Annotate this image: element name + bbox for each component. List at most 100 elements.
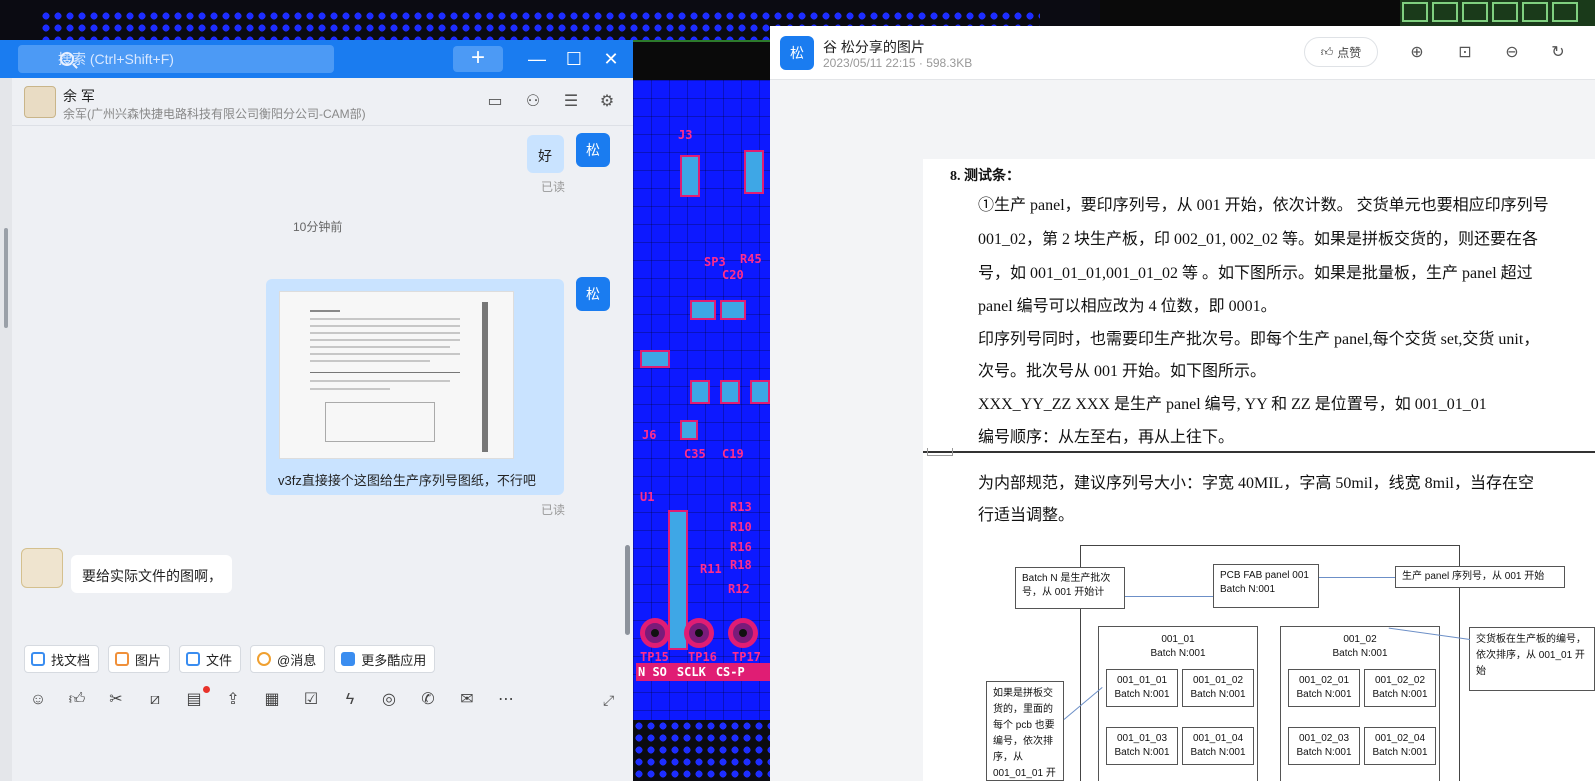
diagram-unit-label: 001_02_01 <box>1298 675 1350 686</box>
diagram-fab-panel: PCB FAB panel 001 Batch N:001 <box>1213 564 1319 608</box>
pcb-silk-label: C35 <box>684 447 706 461</box>
document-image[interactable]: 8. 测试条： ①生产 panel，要印序列号，从 001 开始，依次计数。 交… <box>923 159 1595 781</box>
image-button[interactable]: 图片 <box>108 645 171 673</box>
actual-size-icon[interactable]: ⊡ <box>1454 42 1476 64</box>
contact-name[interactable]: 余 军 <box>63 86 95 106</box>
maximize-button[interactable]: ☐ <box>559 44 589 74</box>
read-status: 已读 <box>541 180 566 194</box>
chat-header: 余 军 余军(广州兴森快捷电路科技有限公司衡阳分公司-CAM部) ▭ ⚇ ☰ ⚙ <box>12 78 633 126</box>
expand-icon[interactable]: ⤢ <box>603 692 619 708</box>
pcb-silk-label: J3 <box>678 128 693 142</box>
add-button[interactable]: + <box>453 46 503 72</box>
contact-avatar[interactable] <box>21 548 63 588</box>
diagram-unit-label: 001_02_04 <box>1374 733 1426 744</box>
mail-icon[interactable]: ✉ <box>457 690 477 710</box>
diagram-unit: 001_01_04 Batch N:001 <box>1182 727 1254 765</box>
doc-line: XXX_YY_ZZ XXX 是生产 panel 编号, YY 和 ZZ 是位置号… <box>978 396 1487 413</box>
quick-label: 找文档 <box>51 652 91 668</box>
pcb-pad <box>750 380 770 404</box>
pcb-silk-label: TP15 <box>640 650 669 664</box>
lightning-icon[interactable]: ϟ <box>340 690 360 710</box>
diagram-arrow <box>1125 596 1213 597</box>
diagram-unit-batch: Batch N:001 <box>1114 747 1170 758</box>
diagram-left-note: 如果是拼板交货的，里面的每个 pcb 也要编号，依次排序，从 001_01_01… <box>986 681 1064 781</box>
doc-line: 印序列号同时，也需要印生产批次号。即每个生产 panel,每个交货 set,交货… <box>978 331 1540 348</box>
phone-icon[interactable]: ✆ <box>418 690 438 710</box>
diagram-set-label: 001_02 <box>1343 634 1377 645</box>
find-doc-button[interactable]: 找文档 <box>24 645 100 673</box>
diagram-unit-batch: Batch N:001 <box>1372 747 1428 758</box>
pcb-pad <box>744 150 764 194</box>
diagram-unit: 001_02_01 Batch N:001 <box>1288 669 1360 707</box>
form-icon[interactable]: ▤ <box>184 690 204 710</box>
folder-icon[interactable]: ▭ <box>485 92 505 112</box>
quick-label: @消息 <box>277 652 317 668</box>
zoom-out-icon[interactable]: ⊖ <box>1501 42 1523 64</box>
diagram-unit: 001_01_01 Batch N:001 <box>1106 669 1178 707</box>
image-thumbnail[interactable] <box>279 291 514 459</box>
page-break-mark <box>927 448 953 456</box>
diagram-set-label: 001_01 <box>1161 634 1195 645</box>
at-icon <box>257 652 272 666</box>
diagram-fab-panel-label: PCB FAB panel 001 <box>1220 570 1309 581</box>
image-icon <box>115 652 130 666</box>
avatar[interactable]: 松 <box>780 36 814 70</box>
slash-icon[interactable]: ⧄ <box>145 690 165 710</box>
diagram-unit-label: 001_01_03 <box>1116 733 1168 744</box>
pcb-pad <box>690 300 716 320</box>
quick-label: 更多酷应用 <box>361 652 427 668</box>
doc-line: 次号。批次号从 001 开始。如下图所示。 <box>978 363 1267 380</box>
more-apps-button[interactable]: 更多酷应用 <box>334 645 436 673</box>
image-caption: v3fz直接接个这图给生产序列号图纸，不行吧 <box>278 473 536 488</box>
read-status: 已读 <box>541 503 566 517</box>
close-button[interactable]: ✕ <box>596 44 626 74</box>
diagram-batch-note: Batch N 是生产批次号，从 001 开始计 <box>1015 567 1125 609</box>
file-button[interactable]: 文件 <box>179 645 242 673</box>
checkbox-icon[interactable]: ☑ <box>301 690 321 710</box>
like-button[interactable]: 👍︎ 点赞 <box>1304 37 1378 67</box>
scissors-icon[interactable]: ✂ <box>106 690 126 710</box>
doc-line: 号，如 001_01_01,001_01_02 等 。如下图所示。如果是批量板，… <box>978 265 1533 282</box>
sticker-icon[interactable]: ◎ <box>379 690 399 710</box>
viewer-meta: 2023/05/11 22:15 · 598.3KB <box>823 56 973 70</box>
doc-search-icon <box>31 652 45 666</box>
calendar-icon[interactable]: ▦ <box>262 690 282 710</box>
diagram-unit: 001_02_04 Batch N:001 <box>1364 727 1436 765</box>
pcb-silk-label: R18 <box>730 558 752 572</box>
pcb-silk-label: R12 <box>728 582 750 596</box>
pcb-pad <box>680 420 698 440</box>
diagram-unit-label: 001_02_03 <box>1298 733 1350 744</box>
search-history-icon[interactable]: ☰ <box>561 92 581 112</box>
pcb-silk-label: R16 <box>730 540 752 554</box>
pcb-net-label: N SO <box>638 665 667 679</box>
mention-button[interactable]: @消息 <box>250 645 326 673</box>
emoji-icon[interactable]: ☺ <box>28 690 48 710</box>
avatar[interactable]: 松 <box>576 133 610 167</box>
scrollbar[interactable] <box>625 545 630 635</box>
side-scroll-handle[interactable] <box>4 228 8 328</box>
zoom-in-icon[interactable]: ⊕ <box>1406 42 1428 64</box>
rotate-icon[interactable]: ↻ <box>1547 42 1569 64</box>
minimize-button[interactable]: — <box>522 44 552 74</box>
more-icon[interactable]: ⋯ <box>496 690 516 710</box>
apps-icon <box>341 652 356 666</box>
gear-icon[interactable]: ⚙ <box>597 92 617 112</box>
pcb-net-labels: N SO SCLK CS-P <box>636 663 770 681</box>
message-bubble[interactable]: 要给实际文件的图啊， <box>71 555 232 593</box>
thumbs-up-icon[interactable]: 👍︎ <box>67 690 87 710</box>
add-member-icon[interactable]: ⚇ <box>523 92 543 112</box>
contact-avatar[interactable] <box>24 86 56 118</box>
pcb-silk-label: U1 <box>640 490 655 504</box>
avatar[interactable]: 松 <box>576 277 610 311</box>
viewer-toolbar: 松 谷 松分享的图片 2023/05/11 22:15 · 598.3KB 👍︎… <box>770 26 1595 80</box>
diagram-right-note: 交货板在生产板的编号，依次排序，从 001_01 开始 <box>1469 627 1595 691</box>
diagram-fab-batch: Batch N:001 <box>1220 584 1276 595</box>
pcb-right-pads <box>1400 0 1595 26</box>
upload-icon[interactable]: ⇪ <box>223 690 243 710</box>
pcb-silk-label: R13 <box>730 500 752 514</box>
diagram-unit-batch: Batch N:001 <box>1296 747 1352 758</box>
pcb-pad <box>690 380 710 404</box>
message-bubble[interactable]: 好 <box>527 135 564 173</box>
doc-line: 001_02，第 2 块生产板，印 002_01, 002_02 等。如果是拼板… <box>978 231 1539 248</box>
diagram-unit-label: 001_02_02 <box>1374 675 1426 686</box>
